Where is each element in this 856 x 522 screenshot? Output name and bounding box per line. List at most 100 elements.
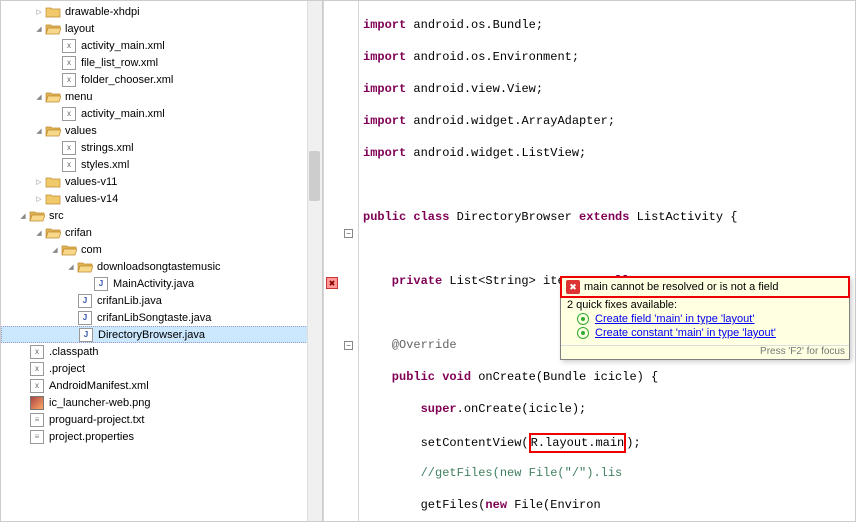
tree-item[interactable]: menu [1, 88, 322, 105]
chevron-down-icon[interactable] [65, 261, 77, 273]
tree-item[interactable]: values-v11 [1, 173, 322, 190]
tree-item[interactable]: values-v14 [1, 190, 322, 207]
tree-item[interactable]: proguard-project.txt [1, 411, 322, 428]
image-file-icon [29, 395, 45, 411]
chevron-down-icon[interactable] [33, 23, 45, 35]
xml-file-icon [29, 344, 45, 360]
tree-item-label: src [49, 210, 64, 222]
tree-item-label: MainActivity.java [113, 278, 194, 290]
tree-item-label: activity_main.xml [81, 40, 165, 52]
tree-item[interactable]: DirectoryBrowser.java [1, 326, 322, 343]
xml-file-icon [29, 361, 45, 377]
tree-item-label: values-v14 [65, 193, 118, 205]
error-icon: ✖ [566, 280, 580, 294]
tree-item-label: crifanLib.java [97, 295, 162, 307]
editor-gutter: − ✖ − [323, 1, 359, 521]
xml-file-icon [61, 157, 77, 173]
tree-item[interactable]: .project [1, 360, 322, 377]
tree-item[interactable]: AndroidManifest.xml [1, 377, 322, 394]
tree-item-label: strings.xml [81, 142, 134, 154]
tree-item-label: proguard-project.txt [49, 414, 144, 426]
tree-item-label: DirectoryBrowser.java [98, 329, 205, 341]
tree-item-label: values-v11 [65, 176, 117, 188]
tree-item[interactable]: src [1, 207, 322, 224]
xml-file-icon [29, 378, 45, 394]
chevron-down-icon[interactable] [33, 91, 45, 103]
tree-item[interactable]: folder_chooser.xml [1, 71, 322, 88]
chevron-right-icon[interactable] [33, 6, 45, 18]
text-file-icon [29, 429, 45, 445]
xml-file-icon [61, 38, 77, 54]
tree-item[interactable]: file_list_row.xml [1, 54, 322, 71]
error-marker-icon[interactable]: ✖ [326, 277, 338, 289]
tree-item-label: crifan [65, 227, 92, 239]
java-file-icon [77, 293, 93, 309]
java-file-icon [78, 327, 94, 343]
chevron-right-icon[interactable] [33, 193, 45, 205]
folder-icon [45, 4, 61, 20]
text-file-icon [29, 412, 45, 428]
fold-collapse-icon[interactable]: − [344, 341, 353, 350]
tree-scrollbar[interactable] [307, 1, 322, 521]
tree-item[interactable]: drawable-xhdpi [1, 3, 322, 20]
chevron-down-icon[interactable] [33, 125, 45, 137]
tree-item-label: folder_chooser.xml [81, 74, 173, 86]
tree-item[interactable]: ic_launcher-web.png [1, 394, 322, 411]
tree-item-label: values [65, 125, 97, 137]
lightbulb-icon [577, 313, 589, 325]
folder-open-icon [61, 242, 77, 258]
tooltip-error-header: ✖ main cannot be resolved or is not a fi… [560, 276, 850, 298]
tree-item-label: activity_main.xml [81, 108, 165, 120]
scrollbar-thumb[interactable] [309, 151, 320, 201]
fold-collapse-icon[interactable]: − [344, 229, 353, 238]
tree-item-label: drawable-xhdpi [65, 6, 140, 18]
tree-item-label: file_list_row.xml [81, 57, 158, 69]
tree-item-label: downloadsongtastemusic [97, 261, 221, 273]
tree-item-label: .classpath [49, 346, 99, 358]
xml-file-icon [61, 72, 77, 88]
quick-fix-link-2[interactable]: Create constant 'main' in type 'layout' [577, 327, 843, 339]
chevron-down-icon[interactable] [33, 227, 45, 239]
tree-item[interactable]: styles.xml [1, 156, 322, 173]
quick-fix-tooltip[interactable]: ✖ main cannot be resolved or is not a fi… [560, 276, 850, 360]
tree-item-label: menu [65, 91, 93, 103]
folder-open-icon [45, 225, 61, 241]
tree-item[interactable]: layout [1, 20, 322, 37]
tree-item[interactable]: project.properties [1, 428, 322, 445]
quick-fix-link-1[interactable]: Create field 'main' in type 'layout' [577, 313, 843, 325]
tree-item[interactable]: activity_main.xml [1, 105, 322, 122]
tree-item-label: AndroidManifest.xml [49, 380, 149, 392]
tree-item-label: com [81, 244, 102, 256]
xml-file-icon [61, 140, 77, 156]
xml-file-icon [61, 106, 77, 122]
folder-open-icon [77, 259, 93, 275]
tree-item[interactable]: .classpath [1, 343, 322, 360]
package-explorer[interactable]: drawable-xhdpilayoutactivity_main.xmlfil… [1, 1, 323, 521]
java-file-icon [93, 276, 109, 292]
tree-item[interactable]: downloadsongtastemusic [1, 258, 322, 275]
fixes-count-label: 2 quick fixes available: [567, 299, 843, 311]
tree-item[interactable]: values [1, 122, 322, 139]
chevron-right-icon[interactable] [33, 176, 45, 188]
tooltip-footer: Press 'F2' for focus [561, 345, 849, 359]
chevron-down-icon[interactable] [49, 244, 61, 256]
folder-open-icon [45, 89, 61, 105]
folder-icon [45, 174, 61, 190]
tree-item[interactable]: com [1, 241, 322, 258]
tree-item[interactable]: crifanLib.java [1, 292, 322, 309]
error-highlight[interactable]: R.layout.main [529, 433, 627, 453]
tree-item[interactable]: crifan [1, 224, 322, 241]
tree-item[interactable]: strings.xml [1, 139, 322, 156]
tree-item-label: crifanLibSongtaste.java [97, 312, 211, 324]
folder-open-icon [45, 21, 61, 37]
folder-open-icon [29, 208, 45, 224]
tree-item[interactable]: activity_main.xml [1, 37, 322, 54]
tree-item[interactable]: crifanLibSongtaste.java [1, 309, 322, 326]
chevron-down-icon[interactable] [17, 210, 29, 222]
tree-item-label: layout [65, 23, 94, 35]
tree-item-label: project.properties [49, 431, 134, 443]
editor[interactable]: import android.os.Bundle; import android… [359, 1, 855, 521]
tree-item-label: ic_launcher-web.png [49, 397, 151, 409]
tree-item[interactable]: MainActivity.java [1, 275, 322, 292]
lightbulb-icon [577, 327, 589, 339]
